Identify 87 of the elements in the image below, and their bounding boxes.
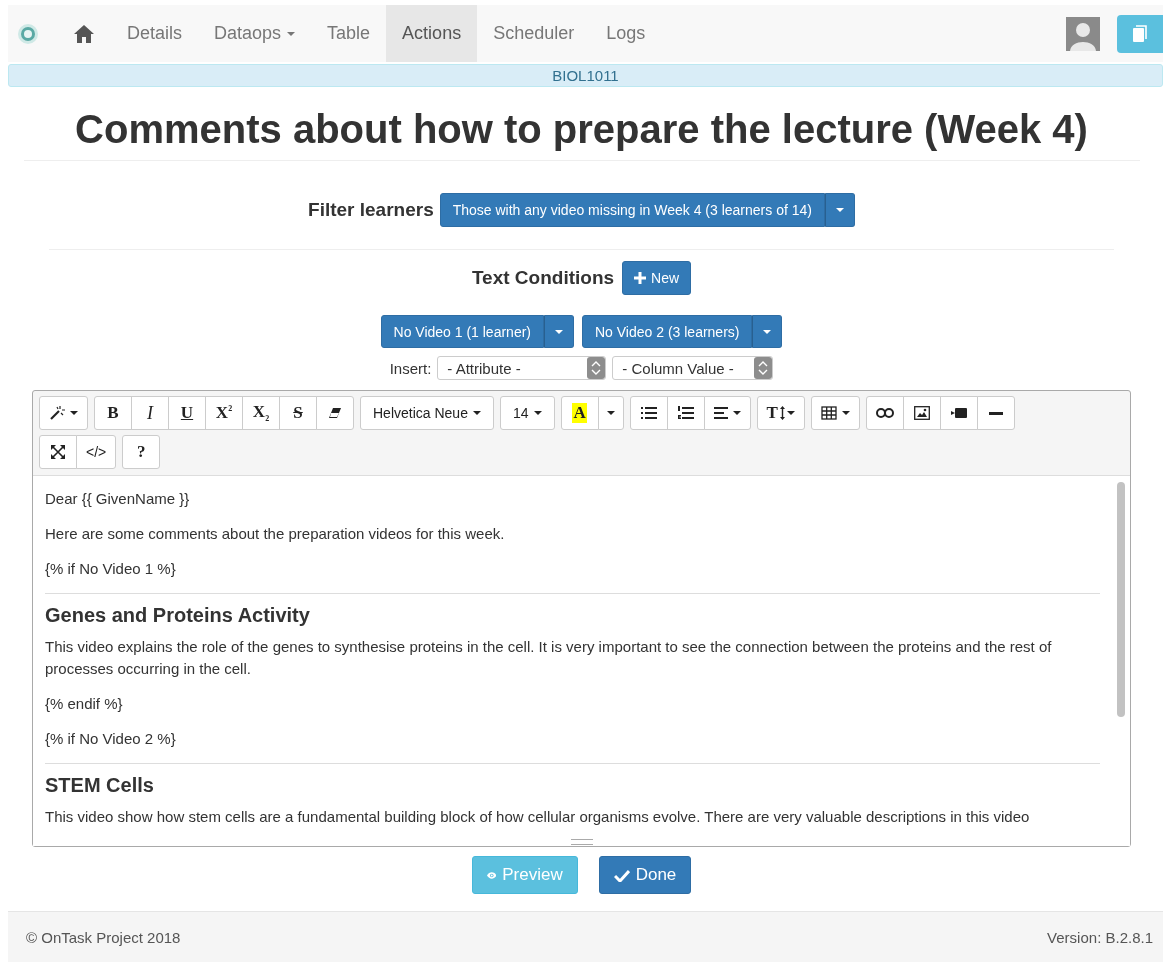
toolbar-button[interactable]: X$^{2}$ bbox=[205, 396, 243, 430]
spinner-icon bbox=[587, 357, 606, 379]
toolbar-button[interactable]: </> bbox=[76, 435, 117, 469]
dropdown-toggle[interactable] bbox=[752, 315, 783, 348]
caret-icon bbox=[287, 31, 296, 36]
caret-icon bbox=[472, 411, 481, 415]
toolbar-button[interactable]: 14 bbox=[499, 396, 555, 430]
caret-icon bbox=[533, 411, 542, 415]
logo-icon bbox=[17, 22, 39, 45]
toolbar-button[interactable] bbox=[666, 396, 705, 430]
toolbar-button[interactable]: U bbox=[168, 396, 206, 430]
toolbar-button[interactable]: B bbox=[94, 396, 132, 430]
nav-link[interactable]: Dataops bbox=[198, 5, 312, 62]
nav-link[interactable]: Actions bbox=[386, 5, 478, 62]
caret-icon bbox=[835, 208, 844, 212]
copyright-text: © OnTask Project 2018 bbox=[26, 928, 181, 946]
plus-icon bbox=[634, 272, 647, 284]
section-heading: Genes and Proteins Activity bbox=[45, 604, 311, 627]
expand-icon bbox=[51, 445, 65, 459]
bullet-list-icon bbox=[640, 406, 657, 420]
filter-label: Filter learners bbox=[308, 199, 434, 221]
page-title: Comments about how to prepare the lecture (Week 4) bbox=[23, 107, 1140, 161]
eye-icon bbox=[486, 869, 497, 881]
toolbar-button[interactable] bbox=[810, 396, 860, 430]
paragraph: This video explains the role of the genes to synthesise proteins in the cell. It is very important to see the connection between the proteins and the rest of processes occurring in the cell. bbox=[45, 637, 1053, 679]
image-icon bbox=[913, 406, 930, 420]
toolbar-button[interactable]: ? bbox=[122, 435, 161, 469]
workflow-bar: BIOL1011 bbox=[8, 64, 1163, 87]
section-heading: STEM Cells bbox=[45, 774, 155, 797]
toolbar-button[interactable] bbox=[316, 396, 354, 430]
toolbar-button[interactable] bbox=[865, 396, 904, 430]
new-button[interactable]: New bbox=[622, 261, 692, 295]
toolbar-button[interactable] bbox=[39, 435, 77, 469]
toolbar-button[interactable]: T bbox=[756, 396, 805, 430]
toolbar-button[interactable] bbox=[939, 396, 978, 430]
section-label: Text Conditions bbox=[471, 267, 615, 289]
magic-wand-icon bbox=[49, 405, 65, 421]
dropdown-toggle[interactable] bbox=[824, 193, 855, 227]
caret-icon bbox=[763, 329, 772, 334]
align-left-icon bbox=[713, 407, 728, 419]
checkmark-icon bbox=[613, 868, 630, 882]
numbered-list-icon bbox=[677, 406, 694, 420]
toolbar-button[interactable] bbox=[703, 396, 751, 430]
caret-icon bbox=[786, 411, 795, 415]
select-field[interactable]: - Column Value - bbox=[612, 356, 774, 380]
insert-label: Insert: bbox=[389, 359, 432, 377]
paragraph: {% if No Video 2 %} bbox=[45, 729, 177, 749]
paragraph: Dear {{ GivenName }} bbox=[45, 489, 191, 509]
caret-icon bbox=[606, 411, 615, 415]
filter-button[interactable]: Those with any video missing in Week 4 (3 learners of 14) bbox=[439, 193, 825, 227]
done-button[interactable]: Done bbox=[598, 856, 692, 894]
condition-button[interactable]: No Video 1 (1 learner) bbox=[380, 315, 544, 348]
resize-handle[interactable] bbox=[571, 839, 593, 845]
home-icon bbox=[73, 23, 95, 44]
select-field[interactable]: - Attribute - bbox=[437, 356, 607, 380]
caret-icon bbox=[70, 411, 78, 415]
caret-icon bbox=[841, 411, 850, 415]
toolbar-button[interactable] bbox=[629, 396, 668, 430]
toolbar-button[interactable] bbox=[976, 396, 1015, 430]
toolbar-button[interactable] bbox=[902, 396, 941, 430]
paragraph: {% if No Video 1 %} bbox=[45, 559, 177, 579]
toolbar-button[interactable]: I bbox=[131, 396, 169, 430]
toolbar-button[interactable]: X$_{2}$ bbox=[242, 396, 280, 430]
dropdown-toggle[interactable] bbox=[544, 315, 574, 348]
condition-button[interactable]: No Video 2 (3 learners) bbox=[582, 315, 753, 348]
nav-link[interactable]: Logs bbox=[590, 5, 662, 62]
video-camera-icon bbox=[950, 407, 967, 419]
version-text: Version: B.2.8.1 bbox=[1047, 928, 1153, 946]
paragraph: {% endif %} bbox=[45, 694, 124, 714]
toolbar-button[interactable]: S bbox=[279, 396, 317, 430]
nav-link[interactable]: Scheduler bbox=[477, 5, 591, 62]
paragraph: Here are some comments about the preparation videos for this week. bbox=[45, 524, 506, 544]
nav-link[interactable]: Table bbox=[311, 5, 387, 62]
caret-icon bbox=[732, 411, 741, 415]
toolbar-button[interactable] bbox=[39, 396, 88, 430]
link-icon bbox=[875, 408, 894, 418]
toolbar-button[interactable]: A bbox=[560, 396, 599, 430]
editor-content[interactable] bbox=[33, 476, 1130, 846]
copy-icon bbox=[1132, 24, 1148, 43]
toolbar-button[interactable]: Helvetica Neue bbox=[360, 396, 494, 430]
avatar-icon bbox=[1066, 16, 1100, 51]
table-grid-icon bbox=[820, 406, 837, 420]
paragraph: This video show how stem cells are a fundamental building block of how cellular organisms evolve. There are very valuable descriptions in this video bbox=[45, 807, 1031, 827]
caret-icon bbox=[555, 329, 563, 334]
spinner-icon bbox=[754, 357, 773, 379]
nav-link[interactable]: Details bbox=[111, 5, 199, 62]
eraser-icon bbox=[328, 407, 342, 419]
